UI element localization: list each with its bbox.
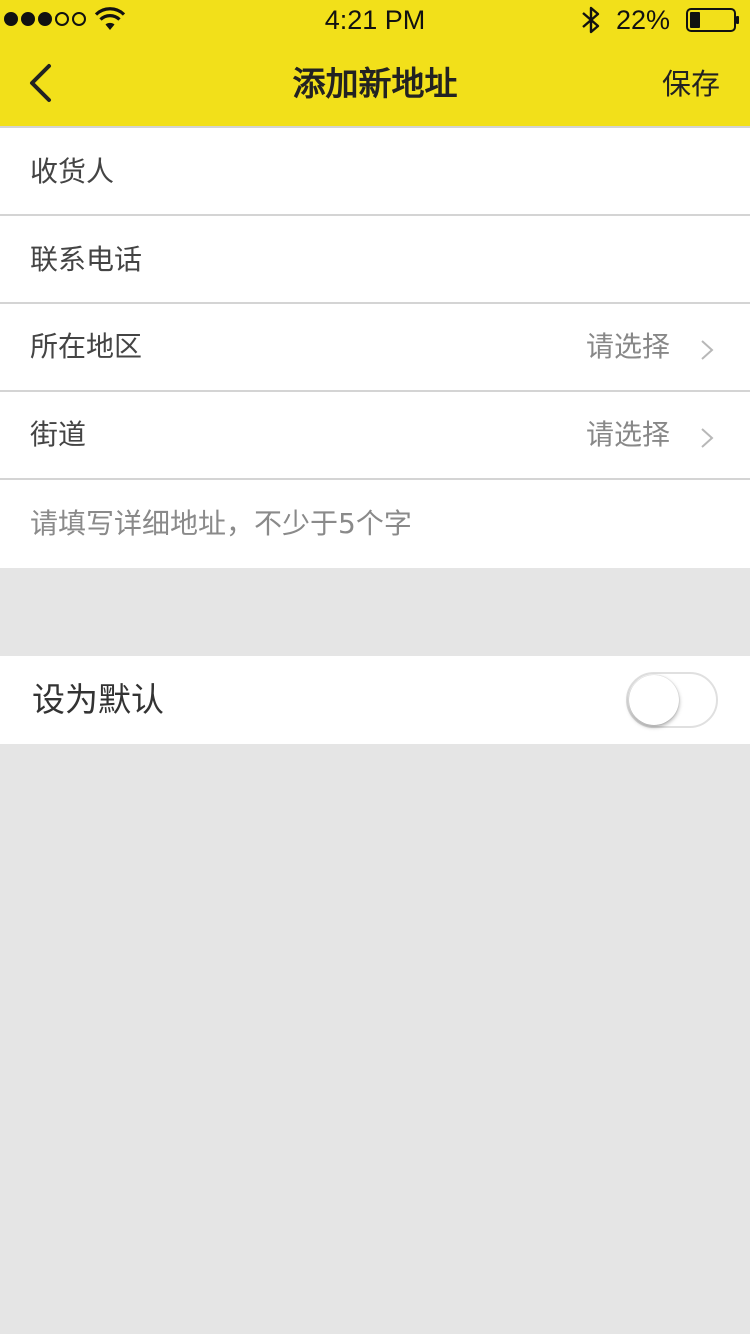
recipient-input[interactable]: [30, 148, 720, 194]
chevron-right-icon: [701, 428, 714, 448]
default-address-label: 设为默认: [32, 680, 164, 719]
save-button[interactable]: 保存: [662, 64, 720, 104]
status-bar: 4:21 PM 22%: [0, 0, 750, 40]
detail-address-input[interactable]: [30, 500, 720, 546]
default-address-row: 设为默认: [0, 656, 750, 744]
page-title: 添加新地址: [292, 64, 458, 103]
bluetooth-icon: [582, 6, 600, 34]
phone-input[interactable]: [30, 236, 720, 282]
region-select[interactable]: 所在地区 请选择: [0, 304, 750, 392]
toggle-knob: [629, 675, 679, 725]
header-bar: 4:21 PM 22% 添加新地址 保存: [0, 0, 750, 126]
chevron-right-icon: [701, 340, 714, 360]
battery-icon: [686, 8, 739, 32]
street-label: 街道: [30, 418, 87, 451]
address-form: 所在地区 请选择 街道 请选择: [0, 126, 750, 568]
street-select[interactable]: 街道 请选择: [0, 392, 750, 480]
street-value: 请选择: [585, 418, 670, 451]
recipient-row: [0, 128, 750, 216]
battery-percentage: 22%: [616, 5, 671, 35]
detail-address-row: [0, 480, 750, 568]
phone-row: [0, 216, 750, 304]
navigation-bar: 添加新地址 保存: [0, 40, 750, 126]
region-label: 所在地区: [30, 330, 143, 363]
region-value: 请选择: [585, 330, 670, 363]
default-address-toggle[interactable]: [626, 672, 718, 728]
